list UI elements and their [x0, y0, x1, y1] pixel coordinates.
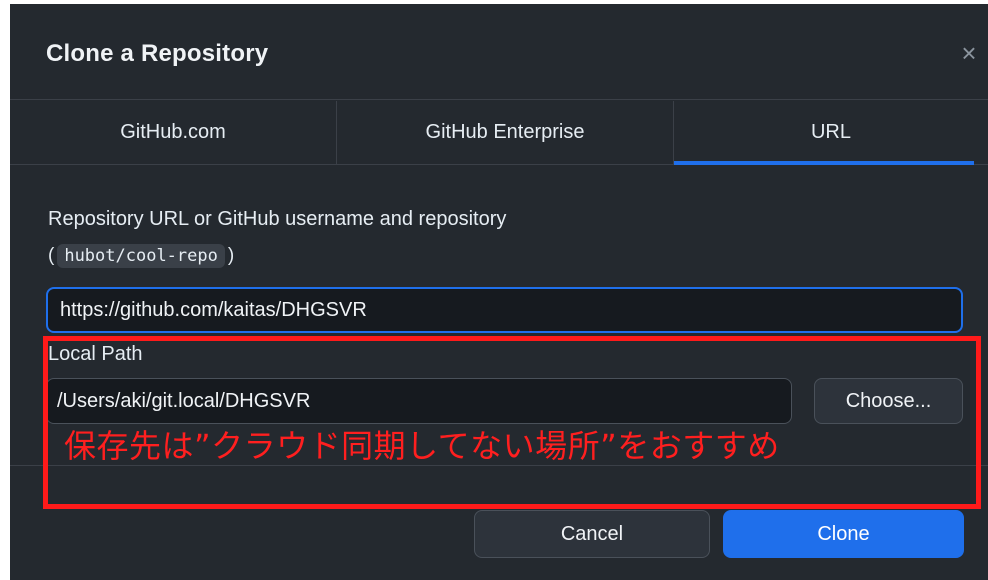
- clone-repository-dialog: Clone a Repository × GitHub.com GitHub E…: [10, 4, 988, 580]
- hint-example-code: hubot/cool-repo: [57, 244, 225, 268]
- repository-url-hint: ( hubot/cool-repo ): [48, 240, 234, 272]
- clone-button[interactable]: Clone: [723, 510, 964, 558]
- repository-url-label: Repository URL or GitHub username and re…: [48, 208, 507, 230]
- local-path-label: Local Path: [48, 343, 143, 365]
- close-icon[interactable]: ×: [956, 38, 982, 68]
- dialog-title: Clone a Repository: [46, 40, 269, 67]
- tab-url[interactable]: URL: [674, 101, 988, 165]
- tab-github-com[interactable]: GitHub.com: [10, 101, 337, 164]
- local-path-input[interactable]: [46, 378, 792, 424]
- dialog-header: Clone a Repository ×: [10, 4, 988, 100]
- cancel-button[interactable]: Cancel: [474, 510, 710, 558]
- repository-url-input[interactable]: [46, 287, 963, 333]
- tab-bar: GitHub.com GitHub Enterprise URL: [10, 101, 988, 165]
- annotation-text: 保存先は”クラウド同期してない場所”をおすすめ: [64, 427, 780, 465]
- choose-button[interactable]: Choose...: [814, 378, 963, 424]
- hint-open-paren: (: [48, 245, 55, 266]
- tab-github-enterprise[interactable]: GitHub Enterprise: [337, 101, 674, 164]
- hint-close-paren: ): [227, 245, 235, 266]
